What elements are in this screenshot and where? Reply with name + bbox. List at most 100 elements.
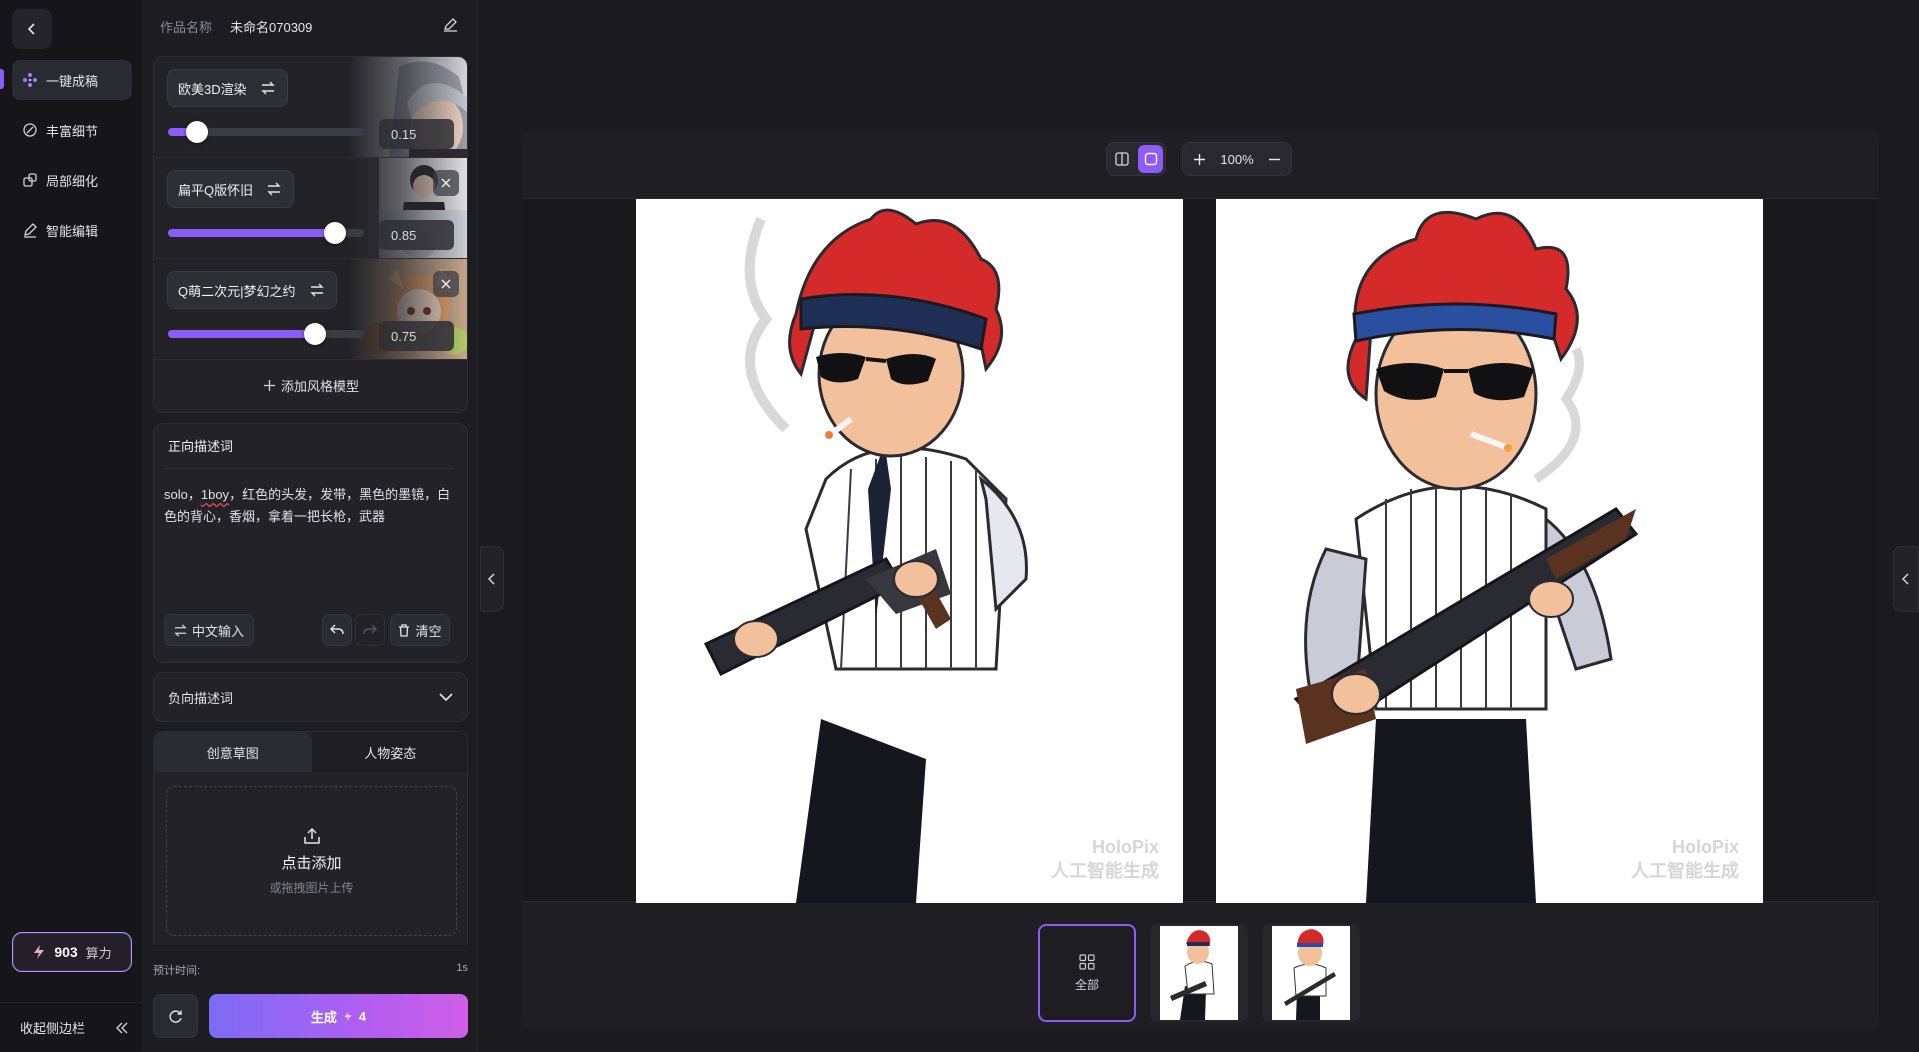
close-icon <box>441 178 451 188</box>
negative-prompt-toggle[interactable]: 负向描述词 <box>153 672 468 722</box>
upload-subtitle: 或拖拽图片上传 <box>269 881 354 895</box>
upload-dropzone[interactable]: 点击添加 或拖拽图片上传 <box>166 786 457 936</box>
chinese-input-label: 中文输入 <box>191 623 244 639</box>
slider-fill <box>168 330 315 338</box>
tab-character-pose[interactable]: 人物姿态 <box>311 732 467 772</box>
zoom-out-button[interactable] <box>1264 145 1285 173</box>
style-tag[interactable]: 欧美3D渲染 <box>167 69 288 107</box>
chevron-left-icon <box>1902 573 1909 585</box>
style-name: Q萌二次元|梦幻之约 <box>178 283 296 299</box>
slider-knob[interactable] <box>304 323 326 345</box>
refresh-button[interactable] <box>153 994 198 1038</box>
nav-item-label: 局部细化 <box>46 173 99 189</box>
swap-icon[interactable] <box>267 182 281 196</box>
image-thumbnail[interactable] <box>1262 924 1360 1022</box>
redo-icon <box>363 624 377 635</box>
expand-right-panel-button[interactable] <box>1893 546 1919 612</box>
add-style-model-button[interactable]: 添加风格模型 <box>154 360 467 410</box>
generated-image[interactable]: HoloPix 人工智能生成 <box>1216 199 1763 903</box>
tab-creative-sketch[interactable]: 创意草图 <box>154 732 312 772</box>
generated-image[interactable]: HoloPix 人工智能生成 <box>636 199 1183 903</box>
style-row: 欧美3D渲染 0.15 <box>154 57 467 158</box>
collapse-panel-button[interactable] <box>480 546 504 612</box>
settings-panel: 作品名称 未命名070309 欧美3D渲染 0.15 扁平Q版怀旧 0.85 Q… <box>143 0 478 1052</box>
style-row: 扁平Q版怀旧 0.85 <box>154 158 467 259</box>
work-name-value: 未命名070309 <box>230 19 313 35</box>
split-view-icon <box>1114 152 1129 166</box>
zoom-level: 100% <box>1220 151 1254 167</box>
watermark-line: 人工智能生成 <box>1631 861 1739 881</box>
nav-item-one-click[interactable]: 一键成稿 <box>12 60 132 100</box>
credits-badge[interactable]: 903 算力 <box>12 932 132 972</box>
undo-icon <box>330 624 344 635</box>
reference-tabs: 创意草图 人物姿态 <box>154 732 467 772</box>
generate-button[interactable]: 生成 4 <box>209 994 468 1038</box>
redo-button[interactable] <box>355 614 385 646</box>
minus-icon <box>1268 158 1280 160</box>
edit-name-icon[interactable] <box>443 17 458 35</box>
clear-button[interactable]: 清空 <box>390 614 450 646</box>
eta-value: 1s <box>456 962 468 974</box>
nav-item-rich-detail[interactable]: 丰富细节 <box>12 110 132 150</box>
work-name-row: 作品名称 未命名070309 <box>160 14 460 38</box>
credits-value: 903 <box>54 944 78 960</box>
remove-style-button[interactable] <box>433 271 459 297</box>
zoom-in-button[interactable] <box>1189 145 1210 173</box>
split-view-button[interactable] <box>1109 145 1134 173</box>
style-weight-slider[interactable] <box>168 222 364 244</box>
lightning-icon <box>34 945 45 959</box>
plus-icon <box>263 379 275 391</box>
positive-prompt-card: 正向描述词 solo，1boy，红色的头发，发带，黑色的墨镜，白色的背心，香烟，… <box>153 423 468 663</box>
grid-icon <box>1079 953 1095 970</box>
collapse-sidebar-button[interactable]: 收起侧边栏 <box>0 1002 143 1052</box>
back-button[interactable] <box>12 9 52 49</box>
nav-item-smart-edit[interactable]: 智能编辑 <box>12 210 132 250</box>
negative-prompt-title: 负向描述词 <box>168 690 234 706</box>
upload-title: 点击添加 <box>281 855 342 872</box>
preview-area: HoloPix 人工智能生成 HoloPix 人工智能生成 <box>522 198 1879 903</box>
style-tag[interactable]: 扁平Q版怀旧 <box>167 170 295 208</box>
slider-knob[interactable] <box>323 222 346 244</box>
left-nav: 一键成稿 丰富细节 局部细化 智能编辑 903 算力 收起侧边栏 <box>0 0 143 1052</box>
slider-knob[interactable] <box>186 121 209 143</box>
swap-icon <box>174 623 187 637</box>
watermark-line: HoloPix <box>1091 837 1159 857</box>
positive-prompt-input[interactable]: solo，1boy，红色的头发，发带，黑色的墨镜，白色的背心，香烟，拿着一把长枪… <box>164 484 459 528</box>
single-view-button[interactable] <box>1138 145 1163 173</box>
generate-label: 生成 <box>310 1009 337 1025</box>
positive-prompt-title: 正向描述词 <box>168 439 234 454</box>
watermark-line: 人工智能生成 <box>1051 861 1159 881</box>
lightning-icon <box>344 1011 352 1021</box>
prompt-spellcheck-word: 1boy <box>200 487 230 502</box>
thumb-all-button[interactable]: 全部 <box>1038 924 1136 1022</box>
style-tag[interactable]: Q萌二次元|梦幻之约 <box>167 271 337 309</box>
chevron-left-icon <box>27 23 35 35</box>
swap-icon[interactable] <box>260 81 275 95</box>
close-icon <box>441 279 451 289</box>
remove-style-button[interactable] <box>433 170 459 196</box>
style-weight-slider[interactable] <box>168 121 364 143</box>
swap-icon[interactable] <box>309 283 324 297</box>
estimated-time: 预计时间: 1s <box>153 962 468 978</box>
nav-item-local-refine[interactable]: 局部细化 <box>12 160 132 200</box>
chevron-down-icon <box>439 692 453 701</box>
credits-unit: 算力 <box>85 945 112 961</box>
style-models-card: 欧美3D渲染 0.15 扁平Q版怀旧 0.85 Q萌二次元|梦幻之约 0.75 … <box>153 56 468 413</box>
chevron-left-icon <box>488 573 495 585</box>
clear-label: 清空 <box>415 623 442 639</box>
nav-item-label: 一键成稿 <box>46 73 99 89</box>
style-weight-value[interactable]: 0.85 <box>379 220 454 250</box>
sparkle-dots-icon <box>22 72 38 88</box>
undo-button[interactable] <box>322 614 352 646</box>
image-thumbnail[interactable] <box>1150 924 1248 1022</box>
trash-icon <box>399 623 410 637</box>
style-weight-value[interactable]: 0.75 <box>379 321 454 351</box>
zoom-controls: 100% <box>1182 142 1292 176</box>
prompt-text-part: solo， <box>164 487 201 502</box>
style-weight-value[interactable]: 0.15 <box>379 119 454 149</box>
style-weight-slider[interactable] <box>168 323 364 345</box>
character-illustration <box>1293 210 1639 903</box>
upload-icon <box>303 827 320 844</box>
divider <box>166 468 455 469</box>
chinese-input-button[interactable]: 中文输入 <box>164 614 254 646</box>
